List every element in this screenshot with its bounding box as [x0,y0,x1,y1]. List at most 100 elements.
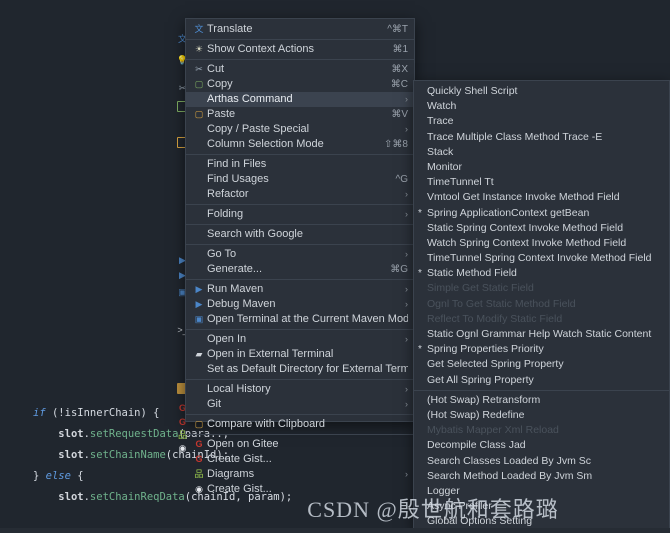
menu-item-label: (Hot Swap) Retransform [427,393,541,406]
menu-item-spring-properties-priority[interactable]: * Spring Properties Priority [414,342,669,357]
menu-item-label: Static Spring Context Invoke Method Fiel… [427,221,624,234]
menu-item-local-history[interactable]: Local History › [186,382,414,397]
code-line: LOG.info("slot[{}] offer [58,169,211,181]
menu-item-label: Open In [207,333,247,345]
menu-item-label: Cut [207,63,225,75]
menu-item-label: Create Gist... [207,483,272,495]
menu-item-shortcut: ^G [395,174,408,185]
menu-item-create-gist[interactable]: ◉ Create Gist... [186,482,414,497]
menu-item-go-to[interactable]: Go To › [186,247,414,262]
editor-scrollbar[interactable] [665,18,670,78]
menu-item-spring-applicationcontext-getbean[interactable]: * Spring ApplicationContext getBean [414,206,669,221]
menu-item-paste[interactable]: ▢ Paste ⌘V [186,107,414,122]
context-menu[interactable]: 文 Translate ^⌘T ☀ Show Context Actions ⌘1 ✂ Cut… [185,18,415,495]
menu-item-label: Compare with Clipboard [207,418,325,430]
menu-item-static-method-field[interactable]: * Static Method Field [414,266,669,281]
menu-item-label: Go To [207,248,237,260]
menu-item-copy-paste-special[interactable]: Copy / Paste Special › [186,122,414,137]
menu-item-trace[interactable]: Trace [414,114,669,129]
maven-terminal-icon: ▣ [194,314,204,324]
submenu-arrow-icon: › [405,249,408,259]
menu-item-label: Folding [207,208,244,220]
menu-item-static-ognl-grammar-help-watch-static-content[interactable]: Static Ognl Grammar Help Watch Static Co… [414,327,669,342]
compare-icon: ▢ [194,419,204,429]
menu-item-label: Get All Spring Property [427,373,534,386]
menu-item-arthas-command[interactable]: Arthas Command › [186,92,414,107]
menu-item-hot-swap-retransform[interactable]: (Hot Swap) Retransform [414,393,669,408]
menu-item-label: Simple Get Static Field [427,282,534,295]
menu-item-label: Decompile Class Jad [427,439,526,452]
menu-item-watch-spring-context-invoke-method-field[interactable]: Watch Spring Context Invoke Method Field [414,236,669,251]
menu-item-search-method-loaded-by-jvm-sm[interactable]: Search Method Loaded By Jvm Sm [414,469,669,484]
menu-item-trace-multiple-class-method-trace-e[interactable]: Trace Multiple Class Method Trace -E [414,130,669,145]
menu-item-open-in[interactable]: Open In › [186,332,414,347]
menu-item-column-selection-mode[interactable]: Column Selection Mode ⇧⌘8 [186,137,414,152]
menu-separator [186,204,414,205]
code-line: } [33,274,40,286]
code-line: throw new NoAvailableSlo [58,358,211,370]
menu-item-open-in-external-terminal[interactable]: ▰ Open in External Terminal [186,347,414,362]
menu-item-label: Logger [427,484,460,497]
menu-item-timetunnel-spring-context-invoke-method-field[interactable]: TimeTunnel Spring Context Invoke Method … [414,251,669,266]
menu-item-shortcut: ⌘V [391,109,408,120]
menu-item-open-terminal-at-the-current-maven-module-path[interactable]: ▣Open Terminal at the Current Maven Modu… [186,312,414,327]
menu-separator [186,244,414,245]
menu-separator [186,434,414,435]
menu-item-translate[interactable]: 文 Translate ^⌘T [186,22,414,37]
menu-item-set-as-default-directory-for-external-terminal[interactable]: Set as Default Directory for External Te… [186,362,414,377]
menu-item-show-context-actions[interactable]: ☀ Show Context Actions ⌘1 [186,42,414,57]
menu-item-label: Static Method Field [427,267,517,280]
menu-item-get-all-spring-property[interactable]: Get All Spring Property [414,373,669,388]
menu-item-open-on-gitee[interactable]: G Open on Gitee [186,437,414,452]
menu-item-search-with-google[interactable]: Search with Google [186,227,414,242]
menu-item-async-profiler[interactable]: Async Profiler [414,499,669,514]
menu-item-cut[interactable]: ✂ Cut ⌘X [186,62,414,77]
menu-item-find-usages[interactable]: Find Usages ^G [186,172,414,187]
menu-separator [186,414,414,415]
menu-item-label: Watch [427,100,457,113]
menu-item-search-classes-loaded-by-jvm-sc[interactable]: Search Classes Loaded By Jvm Sc [414,454,669,469]
menu-item-generate[interactable]: Generate... ⌘G [186,262,414,277]
menu-item-compare-with-clipboard[interactable]: ▢ Compare with Clipboard [186,417,414,432]
menu-item-mybatis-mapper-xml-reload: Mybatis Mapper Xml Reload [414,423,669,438]
menu-item-timetunnel-tt[interactable]: TimeTunnel Tt [414,175,669,190]
menu-item-stack[interactable]: Stack [414,145,669,160]
menu-item-static-spring-context-invoke-method-field[interactable]: Static Spring Context Invoke Method Fiel… [414,221,669,236]
gitee-icon: G [195,454,203,464]
menu-item-label: Spring ApplicationContext getBean [427,206,590,219]
menu-item-label: Column Selection Mode [207,138,324,150]
menu-separator [186,154,414,155]
menu-item-label: Find Usages [207,173,269,185]
menu-item-label: Open in External Terminal [207,348,334,360]
menu-item-logger[interactable]: Logger [414,484,669,499]
arthas-command-submenu[interactable]: Quickly Shell Script Watch Trace Trace Mult… [413,80,670,533]
indent-guide [68,270,69,288]
menu-item-run-maven[interactable]: ▶ Run Maven › [186,282,414,297]
menu-item-monitor[interactable]: Monitor [414,160,669,175]
menu-item-label: Find in Files [207,158,267,170]
menu-item-diagrams[interactable]: 品 Diagrams › [186,467,414,482]
menu-item-label: Spring Properties Priority [427,343,544,356]
menu-item-watch[interactable]: Watch [414,99,669,114]
menu-item-refactor[interactable]: Refactor › [186,187,414,202]
menu-item-label: Show Context Actions [207,43,315,55]
menu-item-reflect-to-modify-static-field: Reflect To Modify Static Field [414,312,669,327]
menu-item-simple-get-static-field: Simple Get Static Field [414,281,669,296]
editor-inline-annotation: zendwang, 2021 [581,23,666,34]
menu-item-copy[interactable]: ▢ Copy ⌘C [186,77,414,92]
menu-item-folding[interactable]: Folding › [186,207,414,222]
menu-item-label: Translate [207,23,253,35]
menu-item-vmtool-get-instance-invoke-method-field[interactable]: Vmtool Get Instance Invoke Method Field [414,190,669,205]
menu-item-git[interactable]: Git › [186,397,414,412]
maven-debug-icon: ▶ [195,299,203,309]
menu-item-hot-swap-redefine[interactable]: (Hot Swap) Redefine [414,408,669,423]
menu-item-create-gist[interactable]: G Create Gist... [186,452,414,467]
editor-gutter [0,0,28,533]
menu-item-decompile-class-jad[interactable]: Decompile Class Jad [414,438,669,453]
submenu-arrow-icon: › [405,399,408,409]
menu-item-label: Refactor [207,188,249,200]
menu-item-find-in-files[interactable]: Find in Files [186,157,414,172]
menu-item-quickly-shell-script[interactable]: Quickly Shell Script [414,84,669,99]
menu-item-debug-maven[interactable]: ▶ Debug Maven › [186,297,414,312]
menu-item-get-selected-spring-property[interactable]: Get Selected Spring Property [414,357,669,372]
